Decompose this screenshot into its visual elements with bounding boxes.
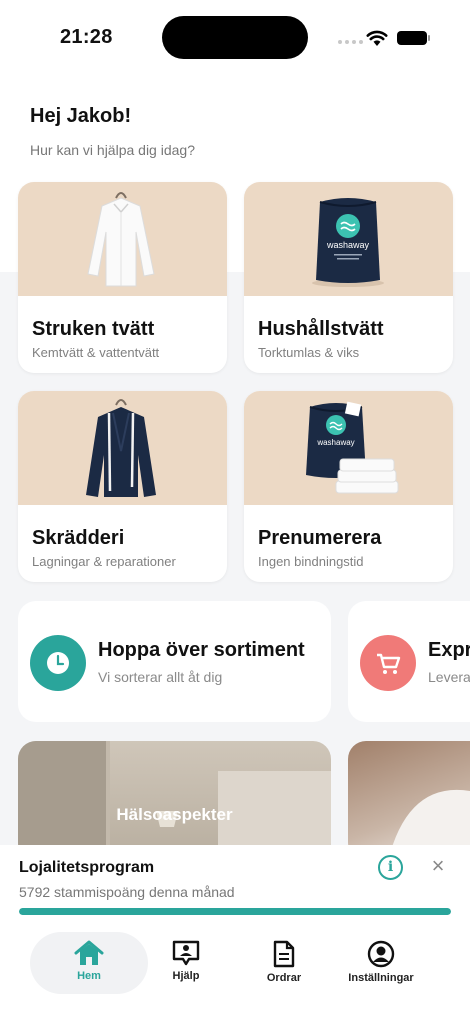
quick-action-title: Hoppa över sortiment bbox=[98, 639, 305, 661]
quick-action-express[interactable]: Expr Levera bbox=[348, 601, 470, 722]
tab-bar: Hem Hjälp Ordrar Inställningar bbox=[0, 924, 470, 1024]
service-card-hushallstvatt[interactable]: washaway Hushållstvätt Torktumlas & viks bbox=[244, 182, 453, 373]
service-subtitle: Ingen bindningstid bbox=[258, 554, 364, 569]
service-card-struken-tvatt[interactable]: Struken tvätt Kemtvätt & vattentvätt bbox=[18, 182, 227, 373]
greeting-subtitle: Hur kan vi hjälpa dig idag? bbox=[30, 142, 195, 158]
jacket-image bbox=[18, 391, 227, 505]
service-title: Hushållstvätt bbox=[258, 318, 384, 340]
tab-installningar[interactable]: Inställningar bbox=[322, 932, 440, 994]
service-subtitle: Lagningar & reparationer bbox=[32, 554, 176, 569]
article-card-2[interactable] bbox=[348, 741, 470, 861]
loyalty-title: Lojalitetsprogram bbox=[19, 859, 155, 876]
dynamic-island bbox=[162, 16, 308, 59]
quick-action-hoppa-over-sortiment[interactable]: Hoppa över sortiment Vi sorterar allt åt… bbox=[18, 601, 331, 722]
loyalty-progress-fill bbox=[19, 908, 451, 915]
battery-icon bbox=[397, 31, 430, 45]
quick-action-title: Expr bbox=[428, 639, 470, 661]
quick-action-subtitle: Levera bbox=[428, 669, 470, 685]
loyalty-progress-bar bbox=[19, 908, 451, 915]
service-subtitle: Kemtvätt & vattentvätt bbox=[32, 345, 160, 360]
loyalty-points: 5792 stammispoäng denna månad bbox=[19, 884, 235, 900]
person-image bbox=[388, 789, 470, 861]
laundry-bag-image: washaway bbox=[244, 182, 453, 296]
cart-icon bbox=[360, 635, 416, 691]
service-subtitle: Torktumlas & viks bbox=[258, 345, 360, 360]
info-icon[interactable]: i bbox=[378, 855, 403, 880]
greeting-title: Hej Jakob! bbox=[30, 105, 132, 127]
bag-brand-text: washaway bbox=[316, 438, 354, 447]
clock-icon bbox=[30, 635, 86, 691]
service-title: Prenumerera bbox=[258, 527, 382, 549]
document-icon bbox=[273, 940, 295, 968]
tab-label: Inställningar bbox=[348, 972, 414, 984]
bag-and-towels-image: washaway bbox=[244, 391, 453, 505]
bedroom-image bbox=[18, 741, 331, 861]
close-icon[interactable]: × bbox=[428, 854, 448, 878]
service-card-prenumerera[interactable]: washaway Prenumerera Ingen bindningstid bbox=[244, 391, 453, 582]
loyalty-banner[interactable]: Lojalitetsprogram 5792 stammispoäng denn… bbox=[0, 845, 470, 924]
signal-icon bbox=[338, 40, 363, 44]
service-title: Struken tvätt bbox=[32, 318, 155, 340]
article-title: Hälsoaspekter bbox=[116, 805, 233, 824]
shirt-image bbox=[18, 182, 227, 296]
profile-icon bbox=[367, 940, 395, 968]
home-icon bbox=[74, 940, 104, 965]
service-card-skradderi[interactable]: Skrädderi Lagningar & reparationer bbox=[18, 391, 227, 582]
article-card-halsoaspekter[interactable]: Hälsoaspekter bbox=[18, 741, 331, 861]
bag-brand-text: washaway bbox=[326, 240, 370, 250]
service-title: Skrädderi bbox=[32, 527, 125, 549]
status-time: 21:28 bbox=[60, 26, 113, 48]
quick-action-subtitle: Vi sorterar allt åt dig bbox=[98, 669, 223, 685]
chat-icon bbox=[172, 940, 200, 966]
wifi-icon bbox=[366, 30, 388, 46]
status-bar: 21:28 bbox=[0, 0, 470, 76]
